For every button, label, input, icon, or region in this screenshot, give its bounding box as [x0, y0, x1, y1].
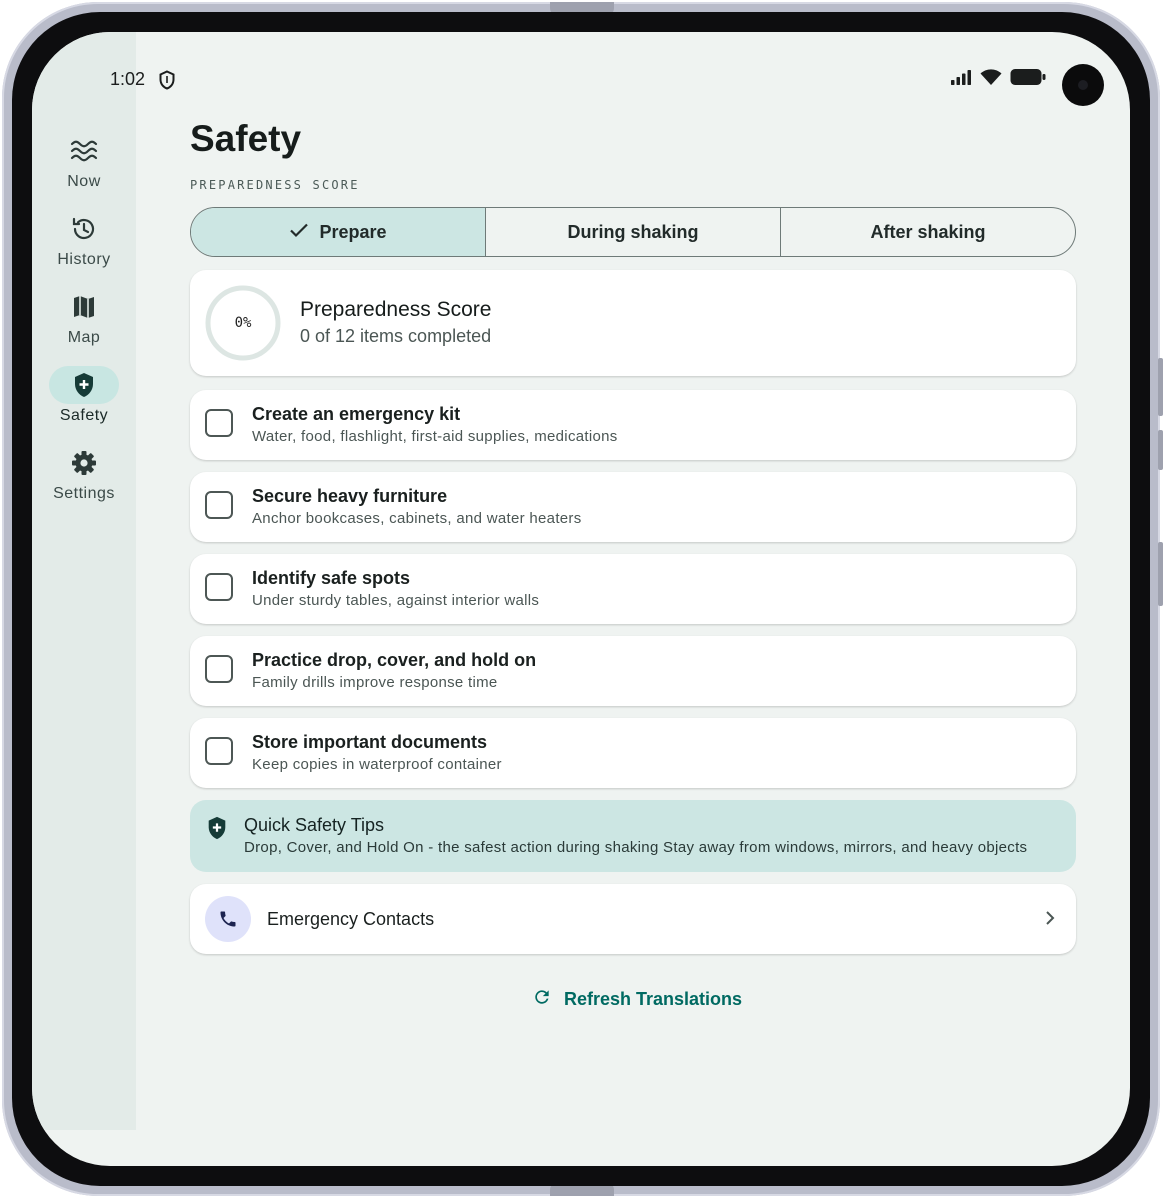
- bezel: Now History Map Safety Settings 1:02 Saf…: [12, 12, 1150, 1186]
- status-shield-icon: [158, 70, 176, 95]
- refresh-translations-button[interactable]: Refresh Translations: [532, 987, 742, 1012]
- volume-button-2: [1158, 430, 1163, 470]
- map-icon: [49, 288, 119, 326]
- nav-item-settings[interactable]: Settings: [32, 444, 136, 503]
- tips-body: Drop, Cover, and Hold On - the safest ac…: [244, 839, 1028, 856]
- history-icon: [49, 210, 119, 248]
- page-subtitle: PREPAREDNESS SCORE: [190, 178, 360, 192]
- shield-plus-icon: [206, 816, 228, 845]
- nav-item-map[interactable]: Map: [32, 288, 136, 347]
- preparedness-score-card: 0% Preparedness Score 0 of 12 items comp…: [190, 270, 1076, 376]
- nav-label-settings: Settings: [53, 485, 115, 502]
- checklist-item-title: Store important documents: [252, 732, 488, 752]
- nav-label-history: History: [57, 251, 111, 268]
- phase-tabs: Prepare During shaking After shaking: [190, 207, 1076, 257]
- tab-prepare[interactable]: Prepare: [191, 208, 486, 256]
- checklist-item-subtitle: Keep copies in waterproof container: [252, 756, 502, 773]
- checklist-item[interactable]: Store important documents Keep copies in…: [190, 718, 1076, 788]
- nav-item-safety[interactable]: Safety: [32, 366, 136, 425]
- phone-icon: [205, 896, 251, 942]
- checklist-item-subtitle: Family drills improve response time: [252, 674, 498, 691]
- checklist-item-title: Practice drop, cover, and hold on: [252, 650, 537, 670]
- screen: Now History Map Safety Settings 1:02 Saf…: [32, 32, 1130, 1166]
- emergency-contacts-row[interactable]: Emergency Contacts: [190, 884, 1076, 954]
- checklist-item-subtitle: Under sturdy tables, against interior wa…: [252, 592, 540, 609]
- device-frame: Now History Map Safety Settings 1:02 Saf…: [2, 2, 1163, 1196]
- checklist-item-subtitle: Anchor bookcases, cabinets, and water he…: [252, 510, 582, 527]
- checkbox[interactable]: [205, 737, 233, 765]
- front-camera: [1062, 64, 1104, 106]
- chevron-right-icon: [1044, 909, 1056, 932]
- tab-after-shaking-label: After shaking: [870, 221, 986, 242]
- checkbox[interactable]: [205, 655, 233, 683]
- checklist-item[interactable]: Practice drop, cover, and hold on Family…: [190, 636, 1076, 706]
- checklist-item[interactable]: Create an emergency kit Water, food, fla…: [190, 390, 1076, 460]
- status-icons: [950, 68, 1046, 91]
- tips-title: Quick Safety Tips: [244, 815, 385, 835]
- checklist-item-title: Create an emergency kit: [252, 404, 461, 424]
- emergency-contacts-label: Emergency Contacts: [267, 909, 435, 929]
- checklist-item[interactable]: Identify safe spots Under sturdy tables,…: [190, 554, 1076, 624]
- status-time: 1:02: [110, 69, 146, 89]
- power-button: [1158, 542, 1163, 606]
- check-icon: [289, 222, 309, 243]
- score-title: Preparedness Score: [300, 298, 492, 321]
- waves-icon: [49, 132, 119, 170]
- shield-plus-icon: [49, 366, 119, 404]
- checklist-item-title: Secure heavy furniture: [252, 486, 448, 506]
- nav-item-now[interactable]: Now: [32, 132, 136, 191]
- tab-during-shaking-label: During shaking: [567, 221, 699, 242]
- checkbox[interactable]: [205, 409, 233, 437]
- quick-safety-tips-card: Quick Safety Tips Drop, Cover, and Hold …: [190, 800, 1076, 872]
- checklist-item[interactable]: Secure heavy furniture Anchor bookcases,…: [190, 472, 1076, 542]
- checkbox[interactable]: [205, 573, 233, 601]
- refresh-icon: [532, 987, 552, 1012]
- nav-label-map: Map: [67, 329, 101, 346]
- signal-icon: [950, 69, 972, 90]
- navigation-rail: Now History Map Safety Settings: [32, 32, 136, 1130]
- volume-button: [1158, 358, 1163, 416]
- tab-during-shaking[interactable]: During shaking: [486, 208, 781, 256]
- score-percent: 0%: [234, 315, 252, 331]
- refresh-translations-label: Refresh Translations: [564, 989, 743, 1009]
- gear-icon: [49, 444, 119, 482]
- score-subtitle: 0 of 12 items completed: [300, 326, 492, 346]
- battery-icon: [1010, 68, 1046, 91]
- tab-prepare-label: Prepare: [319, 221, 387, 242]
- checklist-item-title: Identify safe spots: [252, 568, 411, 588]
- checkbox[interactable]: [205, 491, 233, 519]
- nav-label-now: Now: [67, 173, 101, 190]
- nav-label-safety: Safety: [59, 407, 109, 424]
- page-title: Safety: [190, 118, 302, 159]
- nav-item-history[interactable]: History: [32, 210, 136, 269]
- wifi-icon: [980, 68, 1002, 91]
- tab-after-shaking[interactable]: After shaking: [781, 208, 1075, 256]
- checklist-item-subtitle: Water, food, flashlight, first-aid suppl…: [252, 428, 618, 445]
